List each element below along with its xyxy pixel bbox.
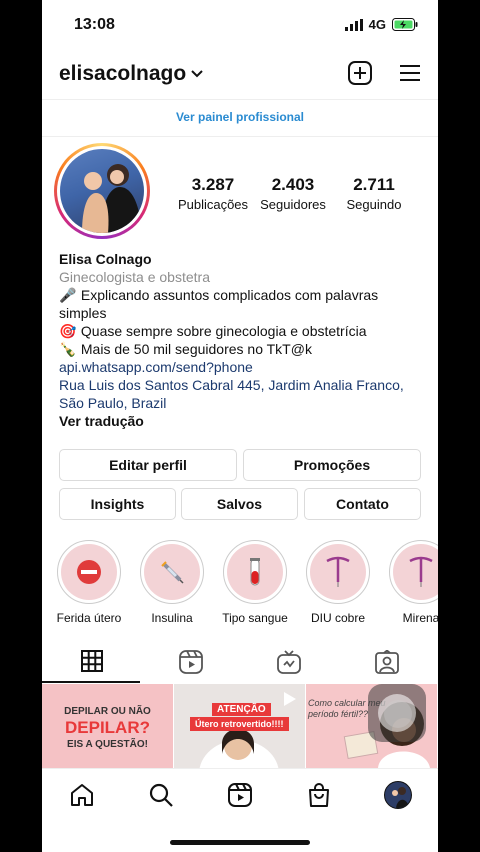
battery-charging-icon (392, 18, 418, 31)
reels-icon[interactable] (227, 782, 253, 808)
highlight-tipo-sangue[interactable]: Tipo sangue (222, 540, 288, 625)
bio-website-link[interactable]: api.whatsapp.com/send?phone (59, 358, 429, 376)
network-type: 4G (368, 17, 386, 32)
bio-address-city[interactable]: São Paulo, Brazil (59, 394, 429, 412)
profile-bio: Elisa Colnago Ginecologista e obstetra 🎤… (59, 250, 429, 430)
highlight-mirena[interactable]: Mirena (388, 540, 438, 625)
hamburger-menu-icon[interactable] (397, 60, 423, 86)
profile-avatar[interactable] (54, 143, 150, 239)
test-tube-icon (250, 558, 260, 586)
bio-address-line[interactable]: Rua Luis dos Santos Cabral 445, Jardim A… (59, 376, 429, 394)
contact-button[interactable]: Contato (304, 488, 421, 520)
target-icon: 🎯 (59, 323, 77, 339)
bio-line: 🎤 Explicando assuntos complicados com pa… (59, 287, 379, 303)
instagram-profile-screen: 13:08 4G elisacolnago Ver painel profiss… (42, 0, 438, 852)
status-icons: 4G (344, 17, 418, 32)
iud-icon (326, 556, 350, 587)
chevron-down-icon (191, 70, 203, 78)
no-entry-icon (77, 560, 101, 584)
highlight-insulina[interactable]: Insulina (139, 540, 205, 625)
following-count[interactable]: 2.711 Seguindo (334, 175, 414, 212)
highlight-ferida-utero[interactable]: Ferida útero (56, 540, 122, 625)
signal-icon (344, 18, 363, 31)
search-icon[interactable] (148, 782, 174, 808)
professional-dashboard-link[interactable]: Ver painel profissional (42, 110, 438, 124)
username-switcher[interactable]: elisacolnago (59, 62, 204, 86)
shop-icon[interactable] (306, 782, 332, 808)
profile-avatar[interactable] (384, 781, 412, 809)
followers-count[interactable]: 2.403 Seguidores (253, 175, 333, 212)
posts-count[interactable]: 3.287 Publicações (173, 175, 253, 212)
syringe-icon (161, 561, 184, 584)
divider (42, 136, 438, 137)
highlight-diu-cobre[interactable]: DIU cobre (305, 540, 371, 625)
bio-line: 🍾 Mais de 50 mil seguidores no TkT@k (59, 341, 312, 357)
tagged-icon[interactable] (375, 650, 399, 674)
see-translation-link[interactable]: Ver tradução (59, 412, 429, 430)
reels-icon[interactable] (179, 650, 203, 674)
post-thumbnail[interactable]: DEPILAR OU NÃO DEPILAR? EIS A QUESTÃO! (42, 684, 173, 768)
profile-photo (60, 149, 144, 233)
divider (42, 99, 438, 100)
grid-icon[interactable] (81, 650, 103, 672)
bio-line: 🎯 Quase sempre sobre ginecologia e obste… (59, 323, 367, 339)
assistive-touch-button[interactable] (368, 684, 426, 742)
igtv-icon[interactable] (277, 650, 301, 674)
plus-square-icon[interactable] (347, 60, 373, 86)
insights-button[interactable]: Insights (59, 488, 176, 520)
microphone-icon: 🎤 (59, 287, 77, 303)
iud-icon (409, 556, 433, 587)
edit-profile-button[interactable]: Editar perfil (59, 449, 237, 481)
profile-category: Ginecologista e obstetra (59, 269, 210, 285)
bottle-icon: 🍾 (59, 341, 77, 357)
home-icon[interactable] (69, 782, 95, 808)
username: elisacolnago (59, 62, 187, 85)
saved-button[interactable]: Salvos (181, 488, 298, 520)
reels-play-icon (284, 692, 296, 706)
bio-line: simples (59, 305, 107, 321)
home-indicator (170, 840, 310, 845)
display-name: Elisa Colnago (59, 251, 152, 267)
post-thumbnail[interactable]: ATENÇÃO Útero retrovertido!!!! (174, 684, 305, 768)
status-time: 13:08 (74, 16, 115, 33)
promotions-button[interactable]: Promoções (243, 449, 421, 481)
post-alert-tag: ATENÇÃO (212, 703, 271, 716)
active-tab-indicator (42, 681, 140, 683)
